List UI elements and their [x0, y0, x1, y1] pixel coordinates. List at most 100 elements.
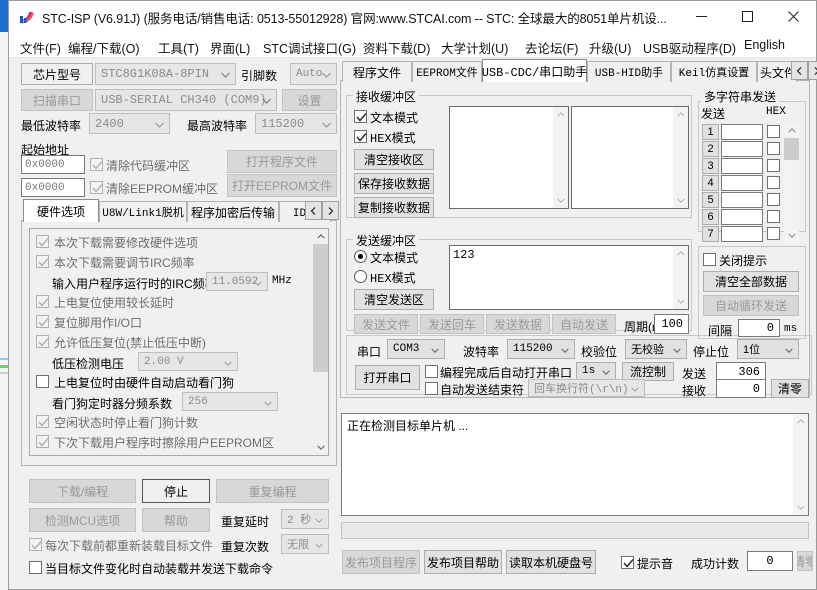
minimize-button[interactable] — [678, 1, 724, 32]
autoload-on-change-checkbox[interactable] — [29, 561, 42, 574]
close-button[interactable] — [770, 1, 816, 32]
stop-bit-select[interactable]: 1位 — [737, 339, 799, 359]
download-program-button[interactable]: 下载/编程 — [29, 479, 136, 503]
multi-send-row-2-hex-checkbox[interactable] — [767, 142, 780, 155]
tab-usb-cdc-serial-assistant[interactable]: USB-CDC/串口助手 — [482, 59, 587, 82]
log-output[interactable]: 正在检测目标单片机 ... — [341, 413, 809, 516]
help-button[interactable]: 帮助 — [142, 508, 210, 532]
repeat-count-combo[interactable]: 无限 — [281, 534, 329, 554]
send-data-button[interactable]: 发送数据 — [486, 314, 550, 334]
tab-program-file[interactable]: 程序文件 — [342, 61, 412, 82]
port-settings-button[interactable]: 设置 — [282, 89, 337, 111]
repeat-program-button[interactable]: 重复编程 — [216, 479, 329, 503]
scroll-up-icon[interactable] — [784, 123, 799, 138]
receive-hex-mode-checkbox[interactable] — [354, 130, 367, 143]
scroll-up-icon[interactable] — [793, 414, 808, 429]
tab-usb-hid-assistant[interactable]: USB-HID助手 — [587, 61, 671, 82]
reload-before-download-checkbox[interactable] — [29, 538, 42, 551]
chip-model-combo[interactable]: STC8G1K08A-8PIN — [95, 63, 236, 85]
log-scrollbar[interactable] — [793, 414, 808, 515]
multi-send-scrollbar[interactable] — [784, 123, 799, 243]
pin-count-combo[interactable]: Auto — [290, 63, 337, 85]
auto-send-terminator-checkbox[interactable] — [425, 382, 438, 395]
menu-item-university[interactable]: 大学计划(U) — [438, 36, 511, 59]
multi-send-row-1-hex-checkbox[interactable] — [767, 125, 780, 138]
chip-model-button[interactable]: 芯片型号 — [21, 63, 93, 85]
stop-button[interactable]: 停止 — [142, 479, 210, 503]
menu-item-file[interactable]: 文件(F) — [17, 36, 64, 59]
tab-keil-sim-settings[interactable]: Keil仿真设置 — [671, 61, 757, 82]
repeat-delay-combo[interactable]: 2 秒 — [281, 509, 329, 529]
clear-counts-button[interactable]: 清零 — [771, 379, 809, 398]
interval-input[interactable]: 0 — [738, 319, 780, 337]
scrollbar-thumb[interactable] — [313, 244, 328, 372]
multi-send-row-4-hex-checkbox[interactable] — [767, 176, 780, 189]
hardware-options-list[interactable]: 本次下载需要修改硬件选项 本次下载需要调节IRC频率 输入用户程序运行时的IRC… — [29, 228, 329, 456]
auto-loop-send-button[interactable]: 自动循环发送 — [703, 295, 799, 316]
multi-send-row-4-input[interactable] — [721, 175, 763, 191]
scroll-up-icon[interactable] — [313, 229, 328, 244]
send-text-scrollbar[interactable] — [673, 246, 688, 309]
left-tab-scroll-prev-button[interactable] — [305, 201, 322, 220]
option-checkbox-erase-eeprom[interactable] — [36, 435, 49, 448]
scroll-down-icon[interactable] — [313, 440, 328, 455]
publish-project-program-button[interactable]: 发布项目程序 — [342, 550, 420, 574]
multi-send-row-1-input[interactable] — [721, 124, 763, 140]
scroll-down-icon[interactable] — [793, 500, 808, 515]
send-carriage-return-button[interactable]: 发送回车 — [420, 314, 484, 334]
send-hex-mode-radio[interactable] — [354, 270, 367, 283]
scroll-down-icon[interactable] — [673, 294, 688, 309]
multi-send-row-6-hex-checkbox[interactable] — [767, 210, 780, 223]
multi-send-row-7-input[interactable] — [721, 226, 763, 242]
option-checkbox-idle-stop-watchdog[interactable] — [36, 415, 49, 428]
close-hint-checkbox[interactable] — [703, 253, 716, 266]
menu-item-program[interactable]: 编程/下载(O) — [65, 36, 143, 59]
multi-send-row-6-input[interactable] — [721, 209, 763, 225]
multi-send-row-7-hex-checkbox[interactable] — [767, 227, 780, 240]
option-checkbox-long-reset-delay[interactable] — [36, 295, 49, 308]
scan-port-button[interactable]: 扫描串口 — [21, 89, 93, 111]
scroll-down-icon[interactable] — [784, 228, 799, 243]
tab-u8w-link1[interactable]: U8W/Link1脱机 — [99, 201, 187, 222]
multi-send-row-5-input[interactable] — [721, 192, 763, 208]
receive-hex-area-right[interactable] — [571, 106, 689, 209]
serial-baud-select[interactable]: 115200 — [507, 339, 575, 359]
max-baud-combo[interactable]: 115200 — [255, 113, 337, 134]
clear-send-button[interactable]: 清空发送区 — [354, 289, 434, 310]
serial-port-select[interactable]: COM3 — [387, 339, 445, 359]
multi-send-row-3-hex-checkbox[interactable] — [767, 159, 780, 172]
terminator-select[interactable]: 回车换行符(\r\n) — [528, 379, 645, 397]
clear-all-data-button[interactable]: 清空全部数据 — [703, 271, 799, 292]
multi-send-row-5-button[interactable]: 5 — [702, 192, 719, 208]
open-eeprom-file-button[interactable]: 打开EEPROM文件 — [227, 174, 337, 197]
scroll-up-icon[interactable] — [553, 107, 568, 122]
maximize-button[interactable] — [724, 1, 770, 32]
code-address-input[interactable]: 0x0000 — [21, 155, 85, 174]
detect-mcu-options-button[interactable]: 检测MCU选项 — [29, 508, 136, 532]
clear-eeprom-buffer-checkbox[interactable] — [90, 181, 103, 194]
open-serial-port-button[interactable]: 打开串口 — [355, 365, 420, 390]
menu-item-forum[interactable]: 去论坛(F) — [522, 36, 581, 59]
menu-item-debug[interactable]: STC调试接口(G) — [260, 36, 359, 59]
send-text-area[interactable]: 123 — [449, 245, 689, 310]
hardware-options-scrollbar[interactable] — [313, 229, 328, 455]
multi-send-row-3-button[interactable]: 3 — [702, 158, 719, 174]
read-disk-id-button[interactable]: 读取本机硬盘号 — [506, 550, 596, 574]
menu-item-english[interactable]: English — [741, 36, 788, 54]
tab-hardware-options[interactable]: 硬件选项 — [23, 199, 99, 222]
multi-send-row-6-button[interactable]: 6 — [702, 209, 719, 225]
multi-send-row-7-button[interactable]: 7 — [702, 226, 719, 242]
scroll-down-icon[interactable] — [673, 193, 688, 208]
send-text-mode-radio[interactable] — [354, 250, 367, 263]
parity-select[interactable]: 无校验 — [625, 339, 687, 359]
receive-right-scrollbar[interactable] — [673, 107, 688, 208]
scroll-up-icon[interactable] — [673, 107, 688, 122]
menu-item-download[interactable]: 资料下载(D) — [360, 36, 433, 59]
multi-send-row-1-button[interactable]: 1 — [702, 124, 719, 140]
receive-left-scrollbar[interactable] — [553, 107, 568, 208]
tab-encrypted-transfer[interactable]: 程序加密后传输 — [187, 201, 279, 222]
clear-success-count-button[interactable]: 清零 — [797, 551, 813, 571]
clear-code-buffer-checkbox[interactable] — [90, 158, 103, 171]
serial-port-combo[interactable]: USB-SERIAL CH340 (COM9) — [95, 89, 277, 111]
menu-item-tools[interactable]: 工具(T) — [155, 36, 202, 59]
